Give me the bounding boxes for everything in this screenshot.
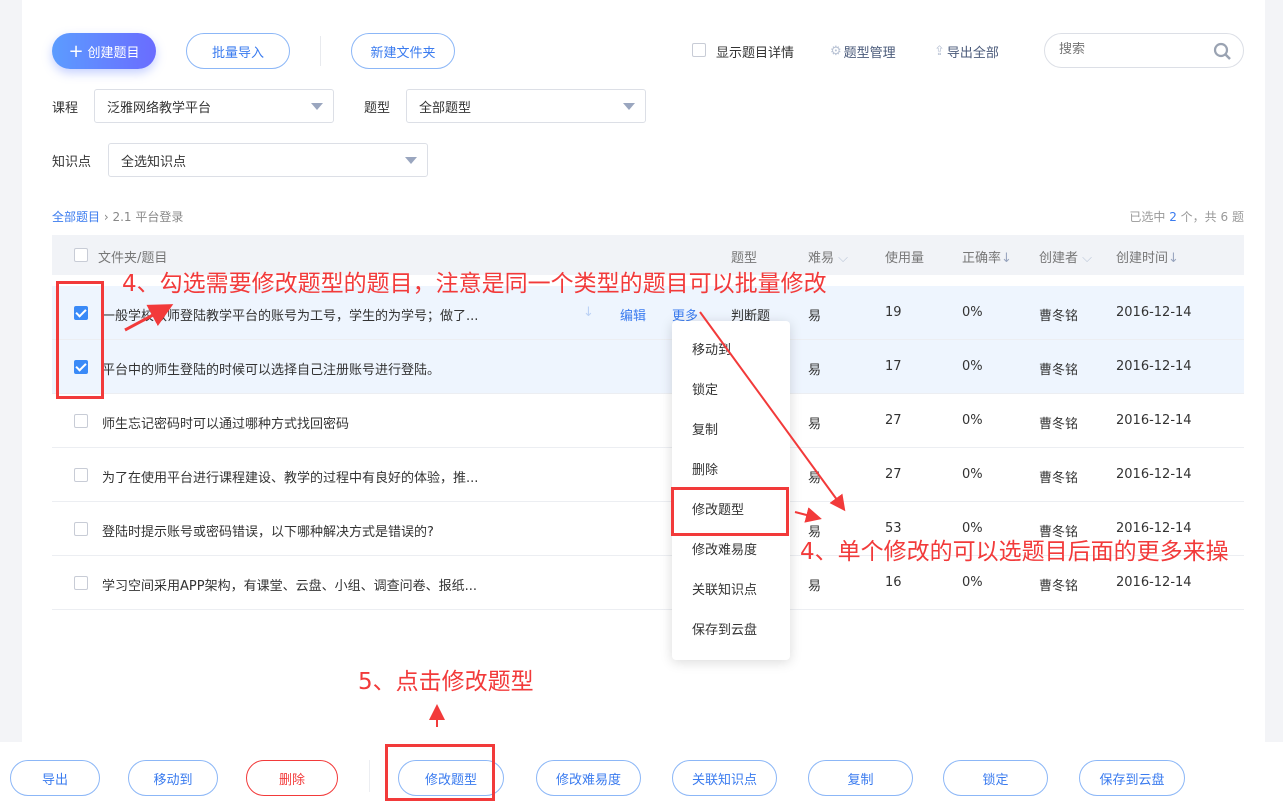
arrow <box>699 311 846 512</box>
annotation-arrows <box>124 304 846 727</box>
arrow <box>794 507 822 523</box>
arrow <box>124 304 174 332</box>
